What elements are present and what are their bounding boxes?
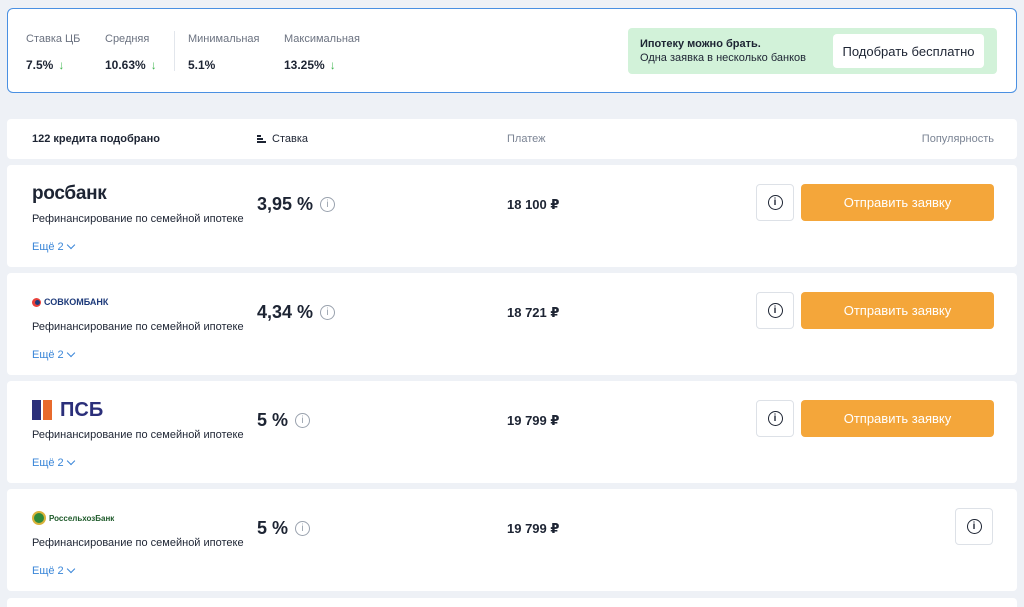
stat-value: 10.63% xyxy=(105,58,146,72)
sort-by-payment[interactable]: Платеж xyxy=(507,133,545,145)
rate-value: 3,95 % xyxy=(257,194,314,214)
rate: 5 % i xyxy=(257,410,311,431)
stat-cb-rate: Ставка ЦБ 7.5% ↓ xyxy=(26,33,80,72)
info-icon: i xyxy=(767,411,783,426)
offer-card: СОВКОМБАНК Рефинансирование по семейной … xyxy=(7,273,1017,375)
bank-name: РоссельхозБанк xyxy=(49,513,115,523)
show-more-label: Ещё 2 xyxy=(32,565,64,577)
chevron-down-icon xyxy=(66,240,75,250)
stat-max-rate: Максимальная 13.25% ↓ xyxy=(284,33,360,72)
info-icon[interactable]: i xyxy=(295,521,311,536)
offer-card: росбанк Рефинансирование по семейной ипо… xyxy=(7,165,1017,267)
show-more-link[interactable]: Ещё 2 xyxy=(32,564,75,577)
stat-value: 7.5% xyxy=(26,58,54,72)
stat-value: 13.25% xyxy=(284,58,325,72)
sort-rate-label: Ставка xyxy=(272,133,308,145)
stat-label: Максимальная xyxy=(284,33,360,45)
product-name: Рефинансирование по семейной ипотеке xyxy=(32,429,244,441)
divider xyxy=(174,31,175,71)
chevron-down-icon xyxy=(66,348,75,358)
info-icon: i xyxy=(767,195,783,210)
rate: 5 % i xyxy=(257,518,311,539)
sovcombank-logo-icon xyxy=(32,297,41,307)
info-icon: i xyxy=(767,303,783,318)
arrow-down-icon: ↓ xyxy=(58,58,65,72)
stat-value: 5.1% xyxy=(188,58,216,72)
promo-title: Ипотеку можно брать. xyxy=(640,38,761,50)
stat-average-rate: Средняя 10.63% ↓ xyxy=(105,33,157,72)
sort-icon xyxy=(257,135,266,143)
show-more-link[interactable]: Ещё 2 xyxy=(32,456,75,469)
list-header: 122 кредита подобрано Ставка Платеж Попу… xyxy=(7,119,1017,159)
promo-subtitle: Одна заявка в несколько банков xyxy=(640,52,806,64)
rate-value: 5 % xyxy=(257,518,289,538)
chevron-down-icon xyxy=(66,564,75,574)
info-icon[interactable]: i xyxy=(295,413,311,428)
rate: 4,34 % i xyxy=(257,302,336,323)
show-more-link[interactable]: Ещё 2 xyxy=(32,348,75,361)
show-more-link[interactable]: Ещё 2 xyxy=(32,240,75,253)
monthly-payment: 19 799 ₽ xyxy=(507,521,560,536)
bank-logo: СОВКОМБАНК xyxy=(32,291,108,313)
info-icon[interactable]: i xyxy=(320,197,336,212)
offer-card: ПСБ Рефинансирование по семейной ипотеке… xyxy=(7,381,1017,483)
monthly-payment: 18 721 ₽ xyxy=(507,305,560,320)
show-more-label: Ещё 2 xyxy=(32,349,64,361)
details-button[interactable]: i xyxy=(756,184,794,221)
product-name: Рефинансирование по семейной ипотеке xyxy=(32,213,244,225)
bank-logo: РоссельхозБанк xyxy=(32,507,114,529)
details-button[interactable]: i xyxy=(756,292,794,329)
show-more-label: Ещё 2 xyxy=(32,241,64,253)
stat-min-rate: Минимальная 5.1% xyxy=(188,33,260,72)
arrow-down-icon: ↓ xyxy=(150,58,157,72)
send-application-button[interactable]: Отправить заявку xyxy=(801,292,994,329)
stat-label: Средняя xyxy=(105,33,150,45)
bank-name: СОВКОМБАНК xyxy=(44,297,109,307)
info-icon[interactable]: i xyxy=(320,305,336,320)
details-button[interactable]: i xyxy=(955,508,993,545)
stat-label: Ставка ЦБ xyxy=(26,33,81,45)
monthly-payment: 19 799 ₽ xyxy=(507,413,560,428)
rshb-logo-icon xyxy=(32,511,46,525)
bank-logo: росбанк xyxy=(32,183,107,205)
monthly-payment: 18 100 ₽ xyxy=(507,197,560,212)
sort-by-rate[interactable]: Ставка xyxy=(257,133,308,145)
find-free-button[interactable]: Подобрать бесплатно xyxy=(833,34,984,68)
product-name: Рефинансирование по семейной ипотеке xyxy=(32,321,244,333)
psb-logo-icon xyxy=(32,400,52,420)
info-icon: i xyxy=(966,519,982,534)
offer-card: РоссельхозБанк Рефинансирование по семей… xyxy=(7,489,1017,591)
rate-value: 5 % xyxy=(257,410,289,430)
bank-name: ПСБ xyxy=(60,398,104,421)
rates-summary-card: Ставка ЦБ 7.5% ↓ Средняя 10.63% ↓ Минималь… xyxy=(7,8,1017,93)
bank-name: росбанк xyxy=(32,183,107,204)
rate: 3,95 % i xyxy=(257,194,336,215)
details-button[interactable]: i xyxy=(756,400,794,437)
product-name: Рефинансирование по семейной ипотеке xyxy=(32,537,244,549)
offer-card xyxy=(7,598,1017,607)
send-application-button[interactable]: Отправить заявку xyxy=(801,184,994,221)
stat-label: Минимальная xyxy=(188,33,260,45)
send-application-button[interactable]: Отправить заявку xyxy=(801,400,994,437)
promo-banner: Ипотеку можно брать. Одна заявка в неско… xyxy=(628,28,997,74)
arrow-down-icon: ↓ xyxy=(329,58,336,72)
results-count: 122 кредита подобрано xyxy=(32,133,160,145)
rate-value: 4,34 % xyxy=(257,302,314,322)
show-more-label: Ещё 2 xyxy=(32,457,64,469)
bank-logo: ПСБ xyxy=(32,399,103,421)
chevron-down-icon xyxy=(66,456,75,466)
sort-by-popularity[interactable]: Популярность xyxy=(922,133,994,145)
